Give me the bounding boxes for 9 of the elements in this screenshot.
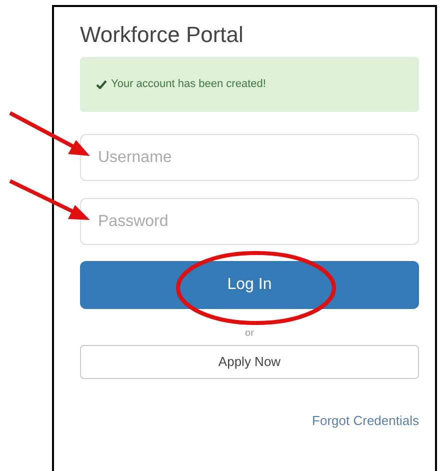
input-field[interactable]: Password bbox=[80, 198, 419, 245]
forgot-credentials-link[interactable]: Forgot Credentials bbox=[312, 411, 419, 430]
input-field[interactable]: Username bbox=[80, 134, 419, 181]
alert-message: Your account has been created! bbox=[111, 77, 266, 92]
separator-text: or bbox=[245, 328, 254, 340]
login-button[interactable]: Log In bbox=[80, 261, 419, 309]
apply-button[interactable]: Apply Now bbox=[80, 345, 419, 379]
portal-title: Workforce Portal bbox=[80, 21, 244, 49]
checkmark-icon bbox=[96, 80, 107, 89]
